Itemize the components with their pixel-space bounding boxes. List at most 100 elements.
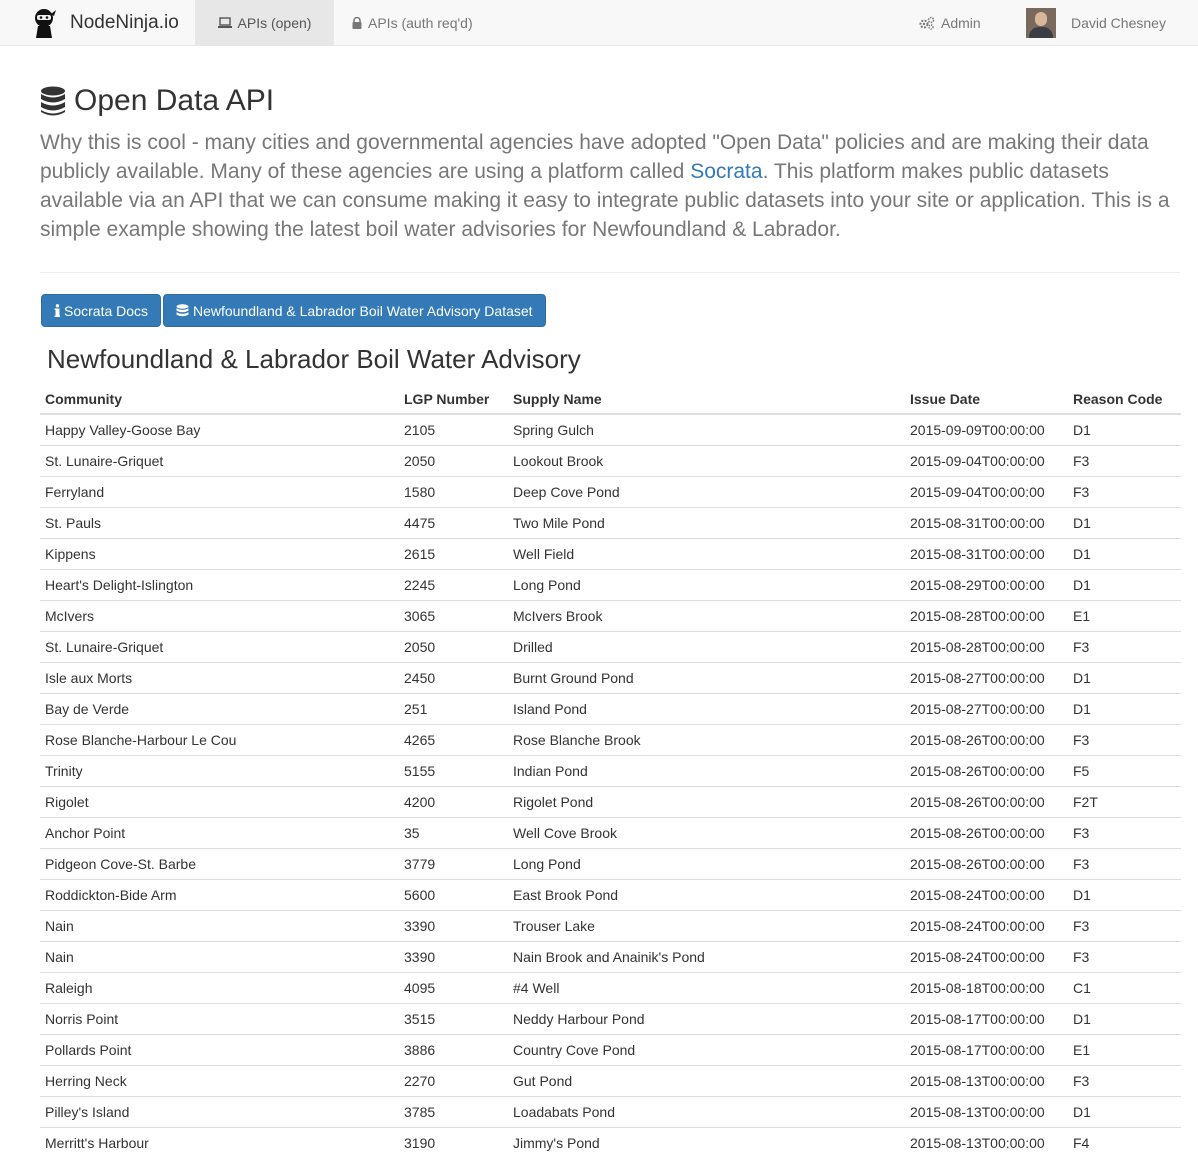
lgp-number-cell: 2105 — [404, 422, 436, 438]
community-cell: Kippens — [40, 538, 399, 570]
lgp-number-cell: 3390 — [399, 910, 508, 942]
supply-name-cell: #4 Well — [508, 972, 905, 1004]
table-row: Raleigh 4095 #4 Well 2015-08-18T00:00:00 C1 — [40, 972, 1181, 1004]
laptop-icon — [217, 16, 232, 28]
issue-date-cell: 2015-08-29T00:00:00 — [905, 569, 1068, 601]
issue-date-cell: 2015-08-26T00:00:00 — [905, 724, 1068, 756]
reason-code-cell: D1 — [1068, 507, 1181, 539]
issue-date-cell: 2015-08-13T00:00:00 — [905, 1096, 1068, 1128]
lgp-number-cell: 5155 — [399, 755, 508, 787]
table-row: Nain 3390 Trouser Lake 2015-08-24T00:00:00 F… — [40, 910, 1181, 942]
issue-date-cell: 2015-08-17T00:00:00 — [905, 1034, 1068, 1066]
reason-code-cell: E1 — [1068, 1034, 1181, 1066]
reason-code-cell: F3 — [1068, 817, 1181, 849]
reason-code-cell: F2T — [1068, 786, 1181, 818]
reason-code-cell: D1 — [1068, 662, 1181, 694]
table-row: St. Lunaire-Griquet 2050 Drilled 2015-08-28… — [40, 631, 1181, 663]
lgp-number-cell: 4475 — [399, 507, 508, 539]
table-row: Anchor Point 35 Well Cove Brook 2015-08-26T… — [40, 817, 1181, 849]
supply-name-cell: Nain Brook and Anainik's Pond — [508, 941, 905, 973]
supply-name-cell: Gut Pond — [508, 1065, 905, 1097]
table-row: Nain 3390 Nain Brook and Anainik's Pond 201… — [40, 941, 1181, 973]
supply-name-cell: Trouser Lake — [508, 910, 905, 942]
lgp-number-cell: 2270 — [399, 1065, 508, 1097]
issue-date-cell: 2015-08-31T00:00:00 — [905, 507, 1068, 539]
lgp-number-cell: 3785 — [399, 1096, 508, 1128]
socrata-docs-button[interactable]: Socrata Docs — [41, 294, 162, 327]
reason-code-cell: F3 — [1068, 631, 1181, 663]
issue-date-cell: 2015-08-24T00:00:00 — [905, 910, 1068, 942]
reason-code-cell: E1 — [1068, 600, 1181, 632]
dataset-button[interactable]: Newfoundland & Labrador Boil Water Advis… — [163, 294, 546, 327]
socrata-docs-label: Socrata Docs — [64, 302, 149, 319]
community-cell: Isle aux Morts — [40, 662, 399, 694]
page-title: Open Data API — [40, 84, 274, 118]
table-row: Roddickton-Bide Arm 5600 East Brook Pond 20… — [40, 879, 1181, 911]
tab-apis-auth[interactable]: APIs (auth req'd) — [352, 0, 473, 45]
supply-name-cell: Long Pond — [508, 569, 905, 601]
top-navbar: NodeNinja.io APIs (open) APIs (auth req'… — [0, 0, 1198, 46]
reason-code-cell: F3 — [1068, 445, 1181, 477]
page-title-text: Open Data API — [74, 84, 275, 117]
issue-date-cell: 2015-08-28T00:00:00 — [905, 631, 1068, 663]
table-row: Bay de Verde 251 Island Pond 2015-08-27T00:… — [40, 693, 1181, 725]
community-cell: Roddickton-Bide Arm — [40, 879, 399, 911]
community-cell: Bay de Verde — [40, 693, 399, 725]
table-row: Isle aux Morts 2450 Burnt Ground Pond 2015-… — [40, 662, 1181, 694]
community-cell: Raleigh — [40, 972, 399, 1004]
reason-code-cell: D1 — [1068, 569, 1181, 601]
community-cell: Rose Blanche-Harbour Le Cou — [40, 724, 399, 756]
supply-name-cell: Rigolet Pond — [508, 786, 905, 818]
tab-apis-open[interactable]: APIs (open) — [195, 0, 334, 45]
reason-code-cell: D1 — [1073, 422, 1091, 438]
reason-code-cell: F3 — [1068, 476, 1181, 508]
lgp-number-cell: 2050 — [399, 631, 508, 663]
table-header-row: Community LGP Number Supply Name Issue Date… — [40, 384, 1181, 415]
table-row: Ferryland 1580 Deep Cove Pond 2015-09-04T00… — [40, 476, 1181, 508]
intro-paragraph: Why this is cool - many cities and gover… — [40, 131, 1170, 241]
community-cell: Happy Valley-Goose Bay — [45, 422, 201, 438]
table-row: Merritt's Harbour 3190 Jimmy's Pond 2015-08… — [40, 1127, 1181, 1158]
community-cell: Pollards Point — [40, 1034, 399, 1066]
supply-name-cell: McIvers Brook — [508, 600, 905, 632]
issue-date-cell: 2015-08-31T00:00:00 — [905, 538, 1068, 570]
lgp-number-cell: 4095 — [399, 972, 508, 1004]
lgp-number-cell: 1580 — [399, 476, 508, 508]
table-row: Herring Neck 2270 Gut Pond 2015-08-13T00:00… — [40, 1065, 1181, 1097]
user-name: David Chesney — [1071, 14, 1166, 31]
issue-date-cell: 2015-08-13T00:00:00 — [905, 1127, 1068, 1158]
lgp-number-cell: 5600 — [399, 879, 508, 911]
issue-date-cell: 2015-08-24T00:00:00 — [905, 941, 1068, 973]
reason-code-header: Reason Code — [1068, 384, 1181, 415]
tab-apis-auth-label: APIs (auth req'd) — [368, 14, 473, 31]
lgp-number-cell: 3515 — [399, 1003, 508, 1035]
table-row: St. Pauls 4475 Two Mile Pond 2015-08-31T00:… — [40, 507, 1181, 539]
brand-link[interactable]: NodeNinja.io — [32, 0, 179, 45]
community-header: Community — [40, 384, 399, 415]
avatar — [1026, 7, 1056, 38]
reason-code-cell: D1 — [1068, 879, 1181, 911]
supply-name-cell: Country Cove Pond — [508, 1034, 905, 1066]
issue-date-cell: 2015-08-13T00:00:00 — [905, 1065, 1068, 1097]
user-menu[interactable]: David Chesney — [1026, 0, 1166, 45]
issue-date-cell: 2015-08-28T00:00:00 — [905, 600, 1068, 632]
dataset-label: Newfoundland & Labrador Boil Water Advis… — [193, 302, 533, 319]
lgp-number-cell: 3779 — [399, 848, 508, 880]
gears-icon — [919, 16, 935, 30]
community-cell: Norris Point — [40, 1003, 399, 1035]
community-cell: Ferryland — [40, 476, 399, 508]
socrata-link[interactable]: Socrata — [690, 160, 762, 183]
lgp-number-header: LGP Number — [399, 384, 508, 415]
community-cell: Nain — [40, 910, 399, 942]
supply-name-cell: Well Cove Brook — [508, 817, 905, 849]
supply-name-cell: Rose Blanche Brook — [508, 724, 905, 756]
admin-link[interactable]: Admin — [919, 0, 981, 45]
community-cell: St. Pauls — [40, 507, 399, 539]
reason-code-cell: F3 — [1068, 1065, 1181, 1097]
community-cell: Pilley's Island — [40, 1096, 399, 1128]
reason-code-cell: F3 — [1068, 724, 1181, 756]
supply-name-cell: Loadabats Pond — [508, 1096, 905, 1128]
issue-date-cell: 2015-09-04T00:00:00 — [905, 476, 1068, 508]
supply-name-cell: Jimmy's Pond — [508, 1127, 905, 1158]
reason-code-cell: F3 — [1068, 910, 1181, 942]
